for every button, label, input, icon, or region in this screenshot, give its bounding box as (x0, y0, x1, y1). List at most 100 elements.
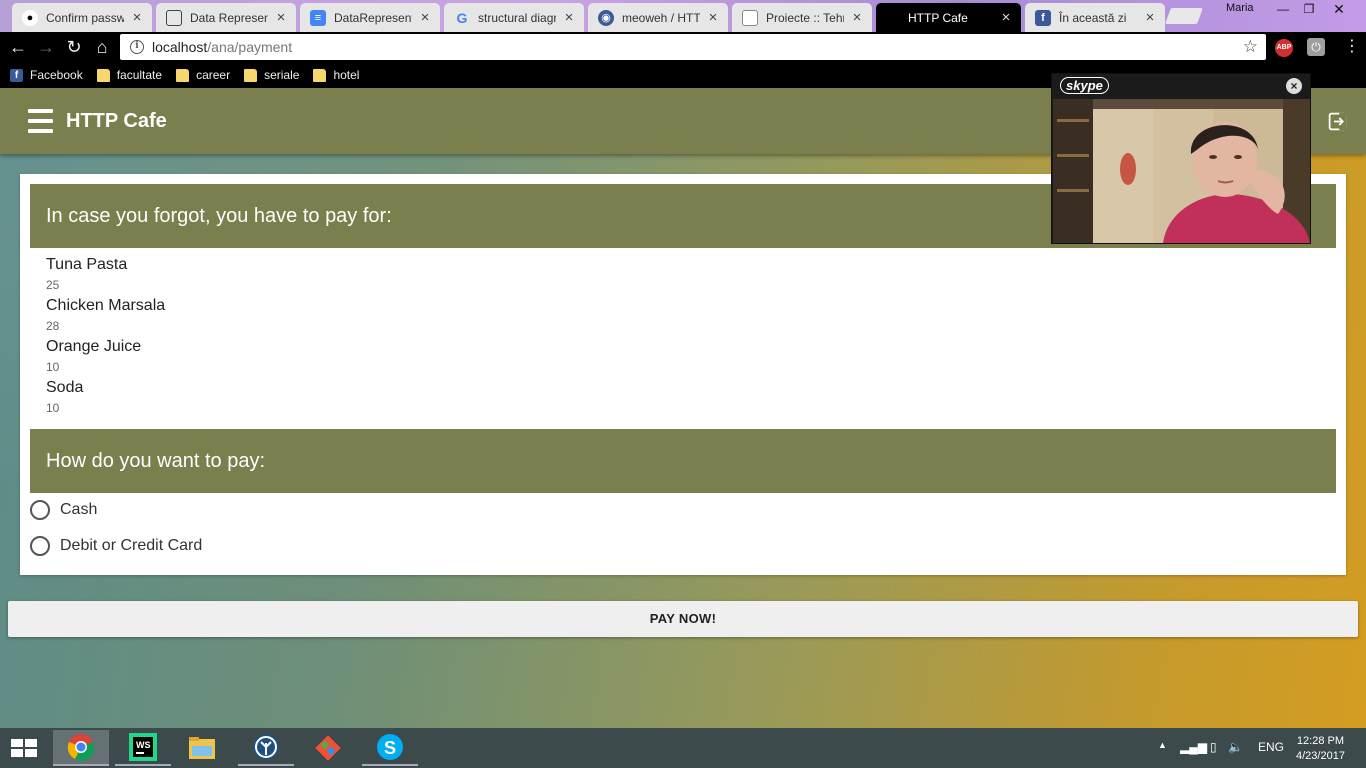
bookmark-hotel[interactable]: hotel (313, 68, 359, 82)
minimize-icon[interactable]: — (1270, 0, 1296, 20)
browser-tab[interactable]: Data Represent × (156, 3, 296, 32)
close-icon[interactable]: × (562, 10, 576, 25)
payment-option-card[interactable]: Debit or Credit Card (30, 528, 202, 564)
close-icon[interactable]: × (1286, 78, 1302, 94)
tab-title: În această zi (1059, 10, 1127, 25)
item-name: Chicken Marsala (46, 297, 166, 314)
doc-icon (166, 9, 182, 26)
item-price: 10 (46, 360, 60, 374)
bookmark-label: seriale (264, 68, 300, 82)
tab-title: Confirm passwo (46, 10, 124, 25)
bookmark-label: hotel (333, 68, 360, 82)
bookmark-facultate[interactable]: facultate (96, 68, 163, 82)
bookmark-seriale[interactable]: seriale (244, 68, 299, 82)
home-icon[interactable]: ⌂ (91, 37, 113, 59)
restore-icon[interactable]: ❐ (1296, 0, 1322, 20)
payment-option-cash[interactable]: Cash (30, 492, 202, 528)
battery-icon[interactable]: ▯ (1210, 740, 1217, 754)
list-item: Soda 10 (46, 379, 165, 420)
payment-options: Cash Debit or Credit Card (30, 492, 202, 564)
cash-radio[interactable] (30, 500, 50, 520)
url-path: /ana/payment (207, 39, 293, 55)
card-radio[interactable] (30, 536, 50, 556)
close-icon[interactable]: × (850, 10, 864, 25)
google-icon: G (456, 9, 468, 26)
taskbar-webstorm[interactable]: WS (115, 730, 171, 766)
close-icon[interactable]: × (274, 10, 288, 25)
close-icon[interactable]: × (1143, 10, 1157, 25)
bookmark-label: Facebook (30, 68, 83, 82)
list-item: Chicken Marsala 28 (46, 297, 165, 338)
reload-icon[interactable]: ↻ (63, 37, 85, 59)
volume-icon[interactable]: 🔈 (1228, 740, 1243, 754)
browser-tab[interactable]: G structural diagr × (444, 3, 584, 32)
close-icon[interactable]: × (706, 10, 720, 25)
new-tab-button[interactable] (1165, 8, 1203, 24)
facebook-icon: f (10, 68, 23, 82)
info-icon[interactable]: i (130, 40, 144, 54)
repo-icon: ◉ (598, 9, 614, 26)
back-icon[interactable]: ← (7, 37, 29, 59)
clock-time: 12:28 PM (1296, 735, 1345, 747)
taskbar-file-explorer[interactable] (174, 730, 230, 766)
git-icon (315, 735, 341, 761)
close-icon[interactable]: × (418, 10, 432, 25)
network-icon[interactable]: ▂▄▆ (1180, 740, 1207, 754)
window-close-icon[interactable]: ✕ (1326, 0, 1352, 20)
taskbar-sourcetree[interactable] (238, 730, 294, 766)
browser-tab[interactable]: f În această zi × (1025, 3, 1165, 32)
forward-icon[interactable]: → (35, 37, 57, 59)
url-host: localhost (152, 39, 208, 55)
bookmark-facebook[interactable]: f Facebook (10, 68, 83, 82)
folder-icon (96, 68, 110, 82)
taskbar-chrome[interactable] (53, 730, 109, 766)
bookmark-label: career (196, 68, 231, 82)
skype-logo: skype (1060, 77, 1109, 94)
logout-icon[interactable] (1327, 111, 1348, 132)
github-icon: ● (22, 9, 38, 26)
item-name: Soda (46, 379, 84, 396)
folder-icon (244, 68, 258, 82)
browser-tab-strip: ● Confirm passwo × Data Represent × ≡ Da… (0, 0, 1366, 32)
skype-video-window[interactable]: skype × (1051, 73, 1311, 244)
clock-date: 4/23/2017 (1296, 750, 1345, 762)
bookmark-career[interactable]: career (176, 68, 230, 82)
browser-tab[interactable]: Proiecte :: Tehn × (732, 3, 872, 32)
list-item: Orange Juice 10 (46, 338, 165, 379)
taskbar-skype[interactable]: S (362, 730, 418, 766)
power-extension-icon[interactable]: ⏻ (1307, 38, 1325, 56)
bookmark-star-icon[interactable]: ☆ (1243, 37, 1258, 57)
browser-tab-active[interactable]: HTTP Cafe × (876, 3, 1021, 32)
close-icon[interactable]: × (999, 10, 1013, 25)
browser-toolbar: ← → ↻ ⌂ i localhost /ana/payment ☆ (0, 32, 1366, 62)
profile-name[interactable]: Maria (1226, 2, 1254, 14)
item-name: Orange Juice (46, 338, 142, 355)
browser-menu-icon[interactable]: ⋮ (1344, 38, 1360, 56)
tab-title: DataRepresenta (334, 10, 412, 25)
payment-method-header: How do you want to pay: (30, 429, 1336, 493)
bookmark-label: facultate (116, 68, 163, 82)
facebook-icon: f (1035, 9, 1051, 26)
taskbar-clock[interactable]: 12:28 PM 4/23/2017 (1296, 734, 1345, 764)
folder-icon (176, 68, 190, 82)
svg-text:WS: WS (136, 740, 151, 750)
pay-now-button[interactable]: PAY NOW! (8, 601, 1358, 637)
tab-title: Data Represent (190, 10, 268, 25)
tray-chevron-icon[interactable]: ▲ (1158, 740, 1167, 750)
webstorm-icon: WS (129, 733, 157, 761)
browser-tab[interactable]: ◉ meoweh / HTTP × (588, 3, 728, 32)
item-price: 10 (46, 401, 60, 415)
list-item: Tuna Pasta 25 (46, 256, 165, 297)
close-icon[interactable]: × (130, 10, 144, 25)
item-price: 28 (46, 319, 60, 333)
browser-tab[interactable]: ≡ DataRepresenta × (300, 3, 440, 32)
browser-tab[interactable]: ● Confirm passwo × (12, 3, 152, 32)
language-indicator[interactable]: ENG (1258, 740, 1284, 754)
address-bar[interactable]: i localhost /ana/payment ☆ (120, 34, 1266, 60)
hamburger-menu-icon[interactable] (28, 109, 53, 133)
taskbar-git[interactable] (300, 730, 356, 766)
adblock-icon[interactable]: ABP (1275, 39, 1293, 57)
windows-start-icon[interactable] (10, 738, 38, 758)
skype-icon: S (377, 734, 403, 760)
folder-icon (313, 68, 327, 82)
